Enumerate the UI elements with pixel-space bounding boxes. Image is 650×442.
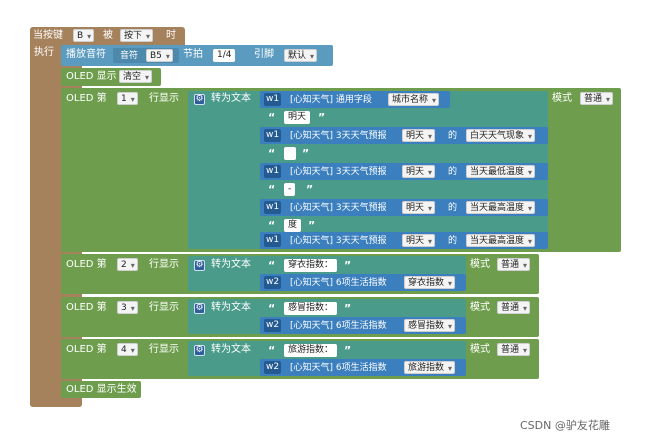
quote-open: “ <box>268 302 276 315</box>
action-dropdown[interactable]: 按下 <box>120 29 154 43</box>
field-dropdown[interactable]: 当天最低温度 <box>466 165 536 179</box>
quote-open: “ <box>268 111 276 124</box>
quote-close: ” <box>344 302 352 315</box>
string-value[interactable]: 旅游指数： <box>284 344 338 357</box>
key-dropdown[interactable]: B <box>73 29 95 43</box>
field-dropdown[interactable]: 白天天气现象 <box>466 129 536 143</box>
api-field-dropdown[interactable]: 城市名称 <box>388 93 440 107</box>
row-show-label: 行显示 <box>149 302 179 313</box>
de-label: 的 <box>448 167 458 177</box>
api-text: [心知天气] 3天天气预报 <box>290 131 387 141</box>
api-text: [心知天气] 通用字段 <box>290 95 372 105</box>
w-chip: w1 <box>264 201 282 214</box>
day-dropdown[interactable]: 明天 <box>402 129 436 143</box>
row-show-label: 行显示 <box>149 93 179 104</box>
de-label: 的 <box>448 236 458 246</box>
oled-effect-label: OLED 显示生效 <box>66 384 137 395</box>
field-dropdown[interactable]: 当天最高温度 <box>466 201 536 215</box>
gear-icon[interactable]: ⚙ <box>194 303 205 314</box>
to-text-label: 转为文本 <box>211 302 251 313</box>
de-label: 的 <box>448 203 458 213</box>
beat-label: 节拍 <box>183 49 203 60</box>
beat-field[interactable]: 1/4 <box>213 49 236 62</box>
string-value[interactable]: 感冒指数： <box>284 302 338 315</box>
mode-label: 模式 <box>552 93 572 104</box>
quote-close: ” <box>302 147 310 160</box>
api-text: [心知天气] 3天天气预报 <box>290 167 387 177</box>
row-oled-label: OLED 第 <box>66 259 107 270</box>
quote-open: “ <box>268 147 276 160</box>
day-dropdown[interactable]: 明天 <box>402 165 436 179</box>
to-text-label: 转为文本 <box>211 93 251 104</box>
row-num-dropdown[interactable]: 2 <box>117 258 138 272</box>
api-text: [心知天气] 3天天气预报 <box>290 236 387 246</box>
w-chip: w1 <box>264 165 282 178</box>
string-value[interactable]: 度 <box>284 219 302 232</box>
row-num-dropdown[interactable]: 1 <box>117 92 138 106</box>
mode-label: 模式 <box>470 344 490 355</box>
note-label: 音符 <box>120 51 139 61</box>
mode-dropdown[interactable]: 普通 <box>497 258 531 272</box>
quote-open: “ <box>268 219 276 232</box>
string-value[interactable]: 穿衣指数： <box>284 259 338 272</box>
tone-label: 播放音符 <box>66 49 106 60</box>
w-chip: w1 <box>264 234 282 247</box>
note-dropdown[interactable]: B5 <box>146 49 173 63</box>
gear-icon[interactable]: ⚙ <box>194 94 205 105</box>
mode-dropdown[interactable]: 普通 <box>497 343 531 357</box>
row-show-label: 行显示 <box>149 344 179 355</box>
mode-dropdown[interactable]: 普通 <box>580 92 614 106</box>
w-chip: w2 <box>264 276 282 289</box>
mode-dropdown[interactable]: 普通 <box>497 301 531 315</box>
quote-open: “ <box>268 259 276 272</box>
api-field-dropdown[interactable]: 感冒指数 <box>404 319 456 333</box>
quote-open: “ <box>268 344 276 357</box>
string-value[interactable]: 明天 <box>284 111 311 124</box>
quote-close: ” <box>318 111 326 124</box>
row-oled-label: OLED 第 <box>66 93 107 104</box>
row-oled-label: OLED 第 <box>66 302 107 313</box>
day-dropdown[interactable]: 明天 <box>402 201 436 215</box>
event-by-label: 被 <box>103 30 113 41</box>
event-do-label: 执行 <box>34 47 54 58</box>
watermark: CSDN @驴友花雕 <box>520 419 610 432</box>
api-field-dropdown[interactable]: 旅游指数 <box>404 361 456 375</box>
w-chip: w1 <box>264 129 282 142</box>
quote-open: “ <box>268 183 276 196</box>
w-chip: w2 <box>264 319 282 332</box>
row-show-label: 行显示 <box>149 259 179 270</box>
to-text-label: 转为文本 <box>211 344 251 355</box>
api-text: [心知天气] 6项生活指数 <box>290 363 387 373</box>
mode-label: 模式 <box>470 259 490 270</box>
to-text-label: 转为文本 <box>211 259 251 270</box>
w-chip: w1 <box>264 93 282 106</box>
api-text: [心知天气] 6项生活指数 <box>290 321 387 331</box>
row-num-dropdown[interactable]: 3 <box>117 301 138 315</box>
row-num-dropdown[interactable]: 4 <box>117 343 138 357</box>
w-chip: w2 <box>264 361 282 374</box>
api-field-dropdown[interactable]: 穿衣指数 <box>404 276 456 290</box>
quote-close: ” <box>306 183 314 196</box>
gear-icon[interactable]: ⚙ <box>194 260 205 271</box>
quote-close: ” <box>344 259 352 272</box>
pin-label: 引脚 <box>254 49 274 60</box>
api-text: [心知天气] 6项生活指数 <box>290 278 387 288</box>
event-when-label: 当按键 <box>33 30 63 41</box>
de-label: 的 <box>448 131 458 141</box>
row-oled-label: OLED 第 <box>66 344 107 355</box>
quote-close: ” <box>308 219 316 232</box>
api-text: [心知天气] 3天天气预报 <box>290 203 387 213</box>
string-value[interactable] <box>284 147 296 160</box>
day-dropdown[interactable]: 明天 <box>402 234 436 248</box>
oled-show-dropdown[interactable]: 清空 <box>119 70 153 84</box>
quote-close: ” <box>344 344 352 357</box>
gear-icon[interactable]: ⚙ <box>194 345 205 356</box>
mode-label: 模式 <box>470 302 490 313</box>
event-time-label: 时 <box>166 30 176 41</box>
field-dropdown[interactable]: 当天最高温度 <box>466 234 536 248</box>
pin-dropdown[interactable]: 默认 <box>284 49 318 63</box>
string-value[interactable]: - <box>284 183 296 196</box>
oled-show-label: OLED 显示 <box>66 71 117 82</box>
